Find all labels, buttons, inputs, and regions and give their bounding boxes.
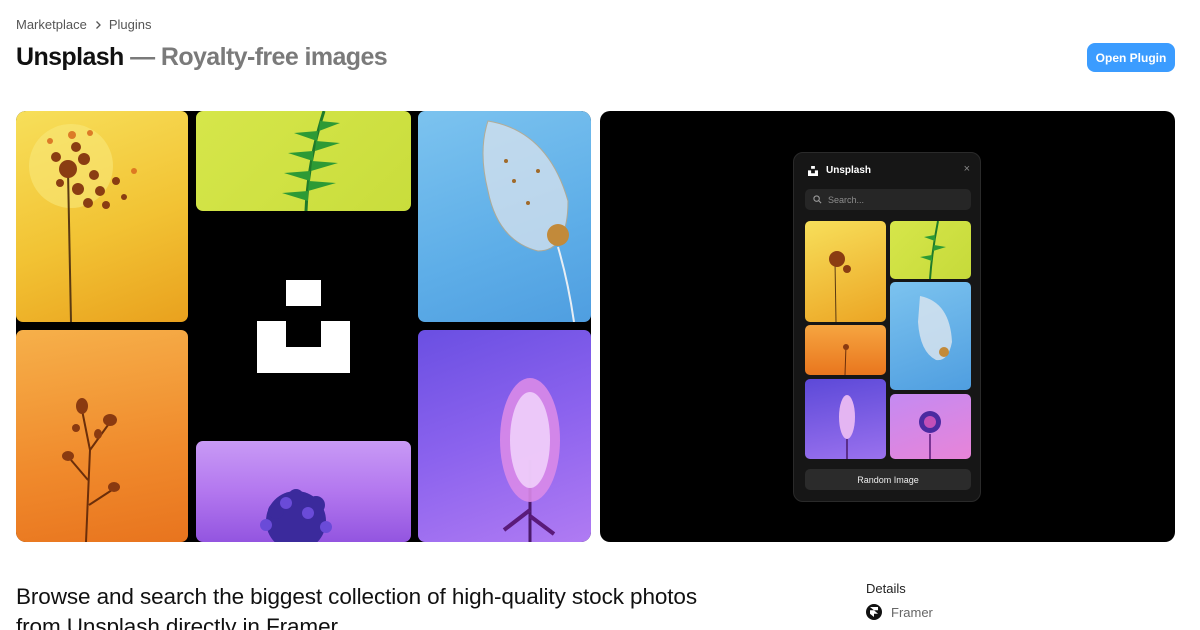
fern-photo xyxy=(196,111,411,211)
random-image-button[interactable]: Random Image xyxy=(805,469,971,490)
search-placeholder: Search... xyxy=(828,194,865,205)
blue-husk-photo xyxy=(418,111,591,322)
plugin-window: Unsplash × Search... Random Image xyxy=(793,152,981,502)
purple-flower-photo xyxy=(196,441,411,542)
plugin-header: Unsplash xyxy=(808,165,871,176)
unsplash-logo-icon xyxy=(808,165,818,176)
plugin-name: Unsplash xyxy=(16,43,124,71)
plugin-window-title: Unsplash xyxy=(826,165,872,176)
chevron-right-icon xyxy=(95,20,101,29)
title-separator: — xyxy=(130,43,155,71)
image-thumbnail[interactable] xyxy=(805,325,886,375)
image-thumbnail[interactable] xyxy=(890,394,971,459)
developer-name: Framer xyxy=(891,604,933,620)
search-icon xyxy=(813,195,822,204)
image-thumbnail[interactable] xyxy=(890,282,971,390)
violet-flower-photo xyxy=(418,330,591,542)
open-plugin-button[interactable]: Open Plugin xyxy=(1087,43,1175,72)
image-thumbnail[interactable] xyxy=(890,221,971,279)
hero-image-collage xyxy=(16,111,591,542)
orange-flower-photo xyxy=(16,330,188,542)
breadcrumb: Marketplace Plugins xyxy=(16,17,151,32)
unsplash-logo-icon xyxy=(257,280,350,373)
search-input[interactable]: Search... xyxy=(805,189,971,210)
breadcrumb-marketplace-link[interactable]: Marketplace xyxy=(16,17,87,32)
yellow-flower-photo xyxy=(16,111,188,322)
image-thumbnail[interactable] xyxy=(805,221,886,322)
close-icon[interactable]: × xyxy=(964,163,970,175)
framer-logo-icon xyxy=(866,604,882,620)
page-title: Unsplash — Royalty-free images xyxy=(16,43,388,72)
plugin-subtitle: Royalty-free images xyxy=(160,43,388,71)
plugin-preview-panel: Unsplash × Search... Random Image xyxy=(600,111,1175,542)
image-thumbnail[interactable] xyxy=(805,379,886,459)
developer-link[interactable]: Framer xyxy=(866,604,933,620)
details-heading: Details xyxy=(866,581,906,596)
breadcrumb-plugins-link[interactable]: Plugins xyxy=(109,17,152,32)
plugin-description: Browse and search the biggest collection… xyxy=(16,584,697,630)
